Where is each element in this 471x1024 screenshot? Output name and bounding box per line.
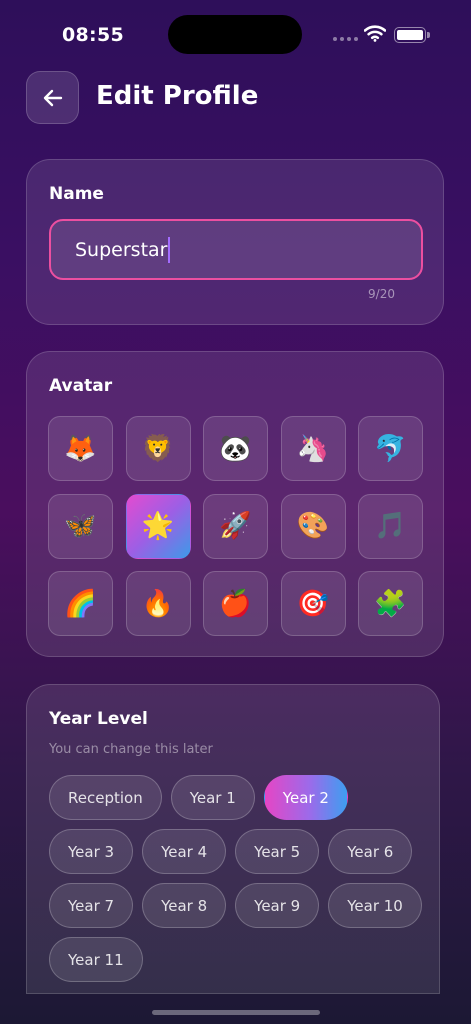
- year-option-year-10[interactable]: Year 10: [328, 883, 422, 928]
- year-option-year-1[interactable]: Year 1: [170, 775, 255, 820]
- avatar-option-fox[interactable]: 🦊: [48, 416, 113, 481]
- target-icon: 🎯: [296, 588, 330, 619]
- name-input[interactable]: Superstar: [49, 219, 423, 280]
- character-counter: 9/20: [368, 287, 395, 301]
- year-option-year-6[interactable]: Year 6: [328, 829, 413, 874]
- year-option-year-2[interactable]: Year 2: [263, 775, 348, 820]
- status-time: 08:55: [62, 24, 124, 46]
- avatar-card: Avatar 🦊 🦁 🐼 🦄 🐬 🦋 🌟 🚀 🎨 🎵 🌈 🔥 🍎 🎯 🧩: [26, 351, 444, 657]
- year-option-year-3[interactable]: Year 3: [49, 829, 134, 874]
- avatar-option-panda[interactable]: 🐼: [203, 416, 268, 481]
- year-option-year-5[interactable]: Year 5: [235, 829, 320, 874]
- puzzle-icon: 🧩: [374, 588, 407, 619]
- avatar-option-target[interactable]: 🎯: [280, 571, 346, 636]
- avatar-option-dolphin[interactable]: 🐬: [358, 416, 423, 481]
- name-card: Name Superstar 9/20: [26, 159, 444, 325]
- music-note-icon: 🎵: [374, 511, 407, 541]
- year-level-subtitle: You can change this later: [49, 742, 213, 757]
- panda-icon: 🐼: [219, 433, 252, 464]
- year-option-year-7[interactable]: Year 7: [49, 883, 134, 928]
- year-level-label: Year Level: [49, 709, 148, 729]
- lion-icon: 🦁: [141, 433, 175, 464]
- name-label: Name: [49, 184, 104, 204]
- avatar-option-music-note[interactable]: 🎵: [358, 493, 423, 559]
- home-indicator: [152, 1010, 320, 1015]
- avatar-option-rocket[interactable]: 🚀: [203, 493, 268, 559]
- battery-icon: [394, 27, 430, 43]
- avatar-option-butterfly[interactable]: 🦋: [48, 493, 113, 559]
- dolphin-icon: 🐬: [374, 433, 407, 464]
- page-title: Edit Profile: [96, 81, 259, 111]
- year-option-year-9[interactable]: Year 9: [235, 883, 320, 928]
- year-option-year-8[interactable]: Year 8: [142, 883, 227, 928]
- fire-icon: 🔥: [141, 588, 175, 619]
- dynamic-island: [168, 15, 302, 54]
- status-bar: 08:55: [0, 0, 471, 70]
- year-level-card: Year Level You can change this later Rec…: [26, 684, 440, 994]
- fox-icon: 🦊: [64, 433, 97, 464]
- year-option-year-4[interactable]: Year 4: [142, 829, 227, 874]
- avatar-label: Avatar: [49, 376, 113, 396]
- avatar-option-rainbow[interactable]: 🌈: [48, 571, 113, 636]
- avatar-option-apple[interactable]: 🍎: [203, 571, 268, 636]
- unicorn-icon: 🦄: [296, 433, 330, 464]
- cellular-signal-icon: [333, 37, 358, 41]
- year-option-reception[interactable]: Reception: [49, 775, 162, 820]
- avatar-option-puzzle[interactable]: 🧩: [358, 571, 423, 636]
- avatar-option-fire[interactable]: 🔥: [125, 571, 191, 636]
- palette-icon: 🎨: [296, 511, 330, 541]
- avatar-option-unicorn[interactable]: 🦄: [280, 416, 346, 481]
- avatar-option-lion[interactable]: 🦁: [125, 416, 191, 481]
- avatar-option-star[interactable]: 🌟: [125, 493, 191, 559]
- avatar-grid: 🦊 🦁 🐼 🦄 🐬 🦋 🌟 🚀 🎨 🎵 🌈 🔥 🍎 🎯 🧩: [48, 416, 423, 636]
- year-level-options: Reception Year 1 Year 2 Year 3 Year 4 Year 5Y…: [49, 775, 429, 982]
- wifi-icon: [364, 25, 386, 42]
- back-button[interactable]: [26, 71, 79, 124]
- apple-icon: 🍎: [219, 588, 252, 619]
- butterfly-icon: 🦋: [64, 511, 97, 541]
- text-caret: [168, 236, 171, 263]
- year-option-year-11[interactable]: Year 11: [49, 937, 143, 982]
- name-input-value: Superstar: [75, 238, 168, 261]
- rainbow-icon: 🌈: [64, 588, 97, 619]
- rocket-icon: 🚀: [219, 511, 252, 541]
- arrow-left-icon: [43, 89, 62, 106]
- avatar-option-palette[interactable]: 🎨: [280, 493, 346, 559]
- star-icon: 🌟: [141, 511, 175, 541]
